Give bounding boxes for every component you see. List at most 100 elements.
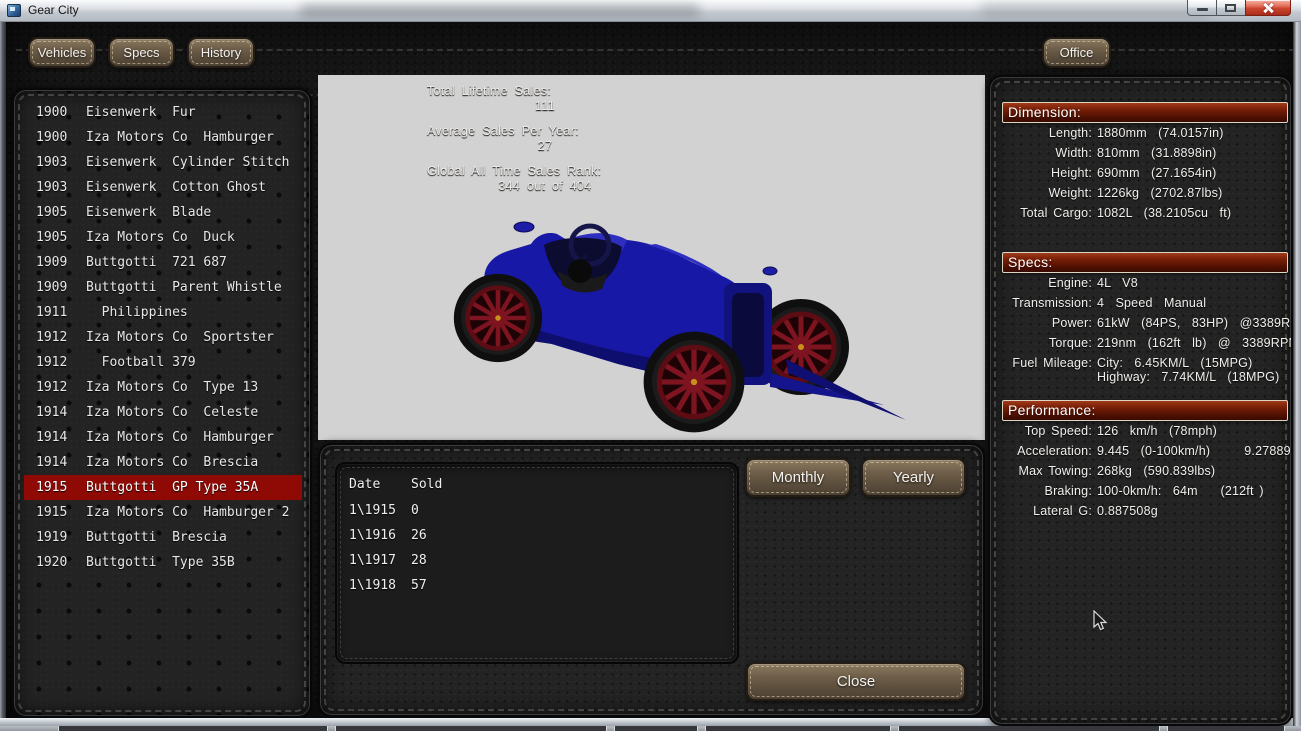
specs-section-header: Specs: [1002,252,1288,273]
vehicle-list-item[interactable]: 1912Iza Motors Co Sportster [24,325,302,350]
vehicle-name: Buttgotti 721 687 [86,255,227,270]
detail-label: Lateral G: [998,501,1092,521]
vehicles-button-label: Vehicles [38,45,86,60]
vehicle-name: Buttgotti GP Type 35A [86,480,258,495]
detail-value: 810mm (31.8898in) [1097,143,1291,163]
detail-row: Length: 1880mm (74.0157in) [998,123,1291,143]
taskbar-item[interactable] [58,726,328,731]
sales-table-row: 1\191728 [349,548,729,573]
sales-col-sold: Sold [411,472,729,497]
taskbar-item[interactable] [705,726,891,731]
stat-label: Total Lifetime Sales: [427,84,663,99]
specs-button[interactable]: Specs [108,37,175,68]
detail-row: Acceleration: 9.445 (0-100km/h) 9.27889 … [998,441,1291,461]
vehicle-name: Football 379 [86,355,196,370]
sales-stat: Global All Time Sales Rank: 344 out of 4… [427,164,663,194]
vehicle-list-item[interactable]: 1903Eisenwerk Cylinder Stitch [24,150,302,175]
vehicle-name: Iza Motors Co Duck [86,230,235,245]
sales-table-row: 1\19150 [349,498,729,523]
office-button-label: Office [1060,45,1094,60]
detail-label: Transmission: [998,293,1092,313]
vehicle-list-item[interactable]: 1914Iza Motors Co Brescia [24,450,302,475]
vehicle-list-item[interactable]: 1920Buttgotti Type 35B [24,550,302,575]
sales-rows: 1\19150 1\191626 1\191728 1\191857 [349,498,729,598]
vehicle-list-item[interactable]: 1914Iza Motors Co Celeste [24,400,302,425]
history-button[interactable]: History [187,37,255,68]
vehicle-name: Iza Motors Co Celeste [86,405,258,420]
vehicle-list-item[interactable]: 1905Iza Motors Co Duck [24,225,302,250]
window-close-button[interactable] [1245,0,1291,16]
taskbar-item[interactable] [335,726,607,731]
vehicle-year: 1912 [36,350,86,375]
taskbar[interactable] [0,726,1301,731]
detail-label: Total Cargo: [998,203,1092,223]
vehicle-list-item[interactable]: 1905Eisenwerk Blade [24,200,302,225]
detail-row: Top Speed: 126 km/h (78mph) [998,421,1291,441]
sales-table-header: Date Sold [349,472,729,497]
vehicle-name: Iza Motors Co Hamburger 2 [86,505,290,520]
vehicle-year: 1900 [36,125,86,150]
detail-label: Width: [998,143,1092,163]
detail-row: Power: 61kW (84PS, 83HP) @3389RPMs [998,313,1291,333]
titlebar-glass-blur [980,3,1210,18]
window-title: Gear City [28,3,79,17]
vehicle-list-item[interactable]: 1900Eisenwerk Fur [24,100,302,125]
sales-stat: Average Sales Per Year: 27 [427,124,663,154]
sales-table-row: 1\191626 [349,523,729,548]
vehicles-button[interactable]: Vehicles [28,37,96,68]
vehicle-name: Iza Motors Co Type 13 [86,380,258,395]
detail-value: 1880mm (74.0157in) [1097,123,1291,143]
detail-value: 126 km/h (78mph) [1097,421,1291,441]
detail-label: Max Towing: [998,461,1092,481]
vehicle-list-item[interactable]: 1900Iza Motors Co Hamburger [24,125,302,150]
detail-value: 690mm (27.1654in) [1097,163,1291,183]
vehicle-year: 1912 [36,375,86,400]
vehicle-year: 1909 [36,250,86,275]
vehicle-name: Eisenwerk Fur [86,105,196,120]
minimize-icon [1197,8,1208,11]
taskbar-item[interactable] [614,726,698,731]
vehicle-list-item[interactable]: 1909Buttgotti 721 687 [24,250,302,275]
vehicle-name: Buttgotti Type 35B [86,555,235,570]
maximize-button[interactable] [1217,0,1245,16]
detail-value: 1226kg (2702.87lbs) [1097,183,1291,203]
vehicle-list-item[interactable]: 1915Iza Motors Co Hamburger 2 [24,500,302,525]
vehicle-name: Eisenwerk Blade [86,205,211,220]
detail-value: 1082L (38.2105cu ft) [1097,203,1291,223]
vehicle-list-item[interactable]: 1903Eisenwerk Cotton Ghost [24,175,302,200]
detail-row: Total Cargo: 1082L (38.2105cu ft) [998,203,1291,223]
yearly-button[interactable]: Yearly [861,458,966,497]
detail-value: City: 6.45KM/L (15MPG) Highway: 7.74KM/L… [1097,353,1291,384]
detail-value: 4 Speed Manual [1097,293,1291,313]
detail-value: 0.887508g [1097,501,1291,521]
minimize-button[interactable] [1187,0,1217,16]
detail-label: Top Speed: [998,421,1092,441]
taskbar-item[interactable] [898,726,1160,731]
sales-date: 1\1915 [349,498,411,523]
vehicle-year: 1903 [36,175,86,200]
sales-table: Date Sold 1\19150 1\191626 1\191728 1\19… [349,472,729,598]
detail-label: Acceleration: [998,441,1092,461]
vehicle-list-item[interactable]: 1911 Philippines [24,300,302,325]
sales-close-button[interactable]: Close [746,662,966,701]
vehicle-year: 1919 [36,525,86,550]
detail-value: 61kW (84PS, 83HP) @3389RPMs [1097,313,1293,333]
detail-row: Lateral G: 0.887508g [998,501,1291,521]
detail-row: Braking: 100-0km/h: 64m (212ft ) [998,481,1291,501]
performance-rows: Top Speed: 126 km/h (78mph) Acceleration… [998,421,1291,521]
vehicle-list-item[interactable]: 1915Buttgotti GP Type 35A [24,475,302,500]
dimension-section-header: Dimension: [1002,102,1288,123]
taskbar-item[interactable] [1167,726,1285,731]
vehicle-year: 1911 [36,300,86,325]
window-titlebar[interactable]: Gear City [0,0,1301,22]
vehicle-year: 1915 [36,500,86,525]
office-button[interactable]: Office [1042,37,1111,68]
vehicle-list-item[interactable]: 1909Buttgotti Parent Whistle [24,275,302,300]
vehicle-list-item[interactable]: 1912 Football 379 [24,350,302,375]
monthly-button[interactable]: Monthly [745,458,851,497]
stat-label: Average Sales Per Year: [427,124,663,139]
vehicle-list-item[interactable]: 1919Buttgotti Brescia [24,525,302,550]
vehicle-list-item[interactable]: 1914Iza Motors Co Hamburger [24,425,302,450]
sales-col-date: Date [349,472,411,497]
vehicle-list-item[interactable]: 1912Iza Motors Co Type 13 [24,375,302,400]
